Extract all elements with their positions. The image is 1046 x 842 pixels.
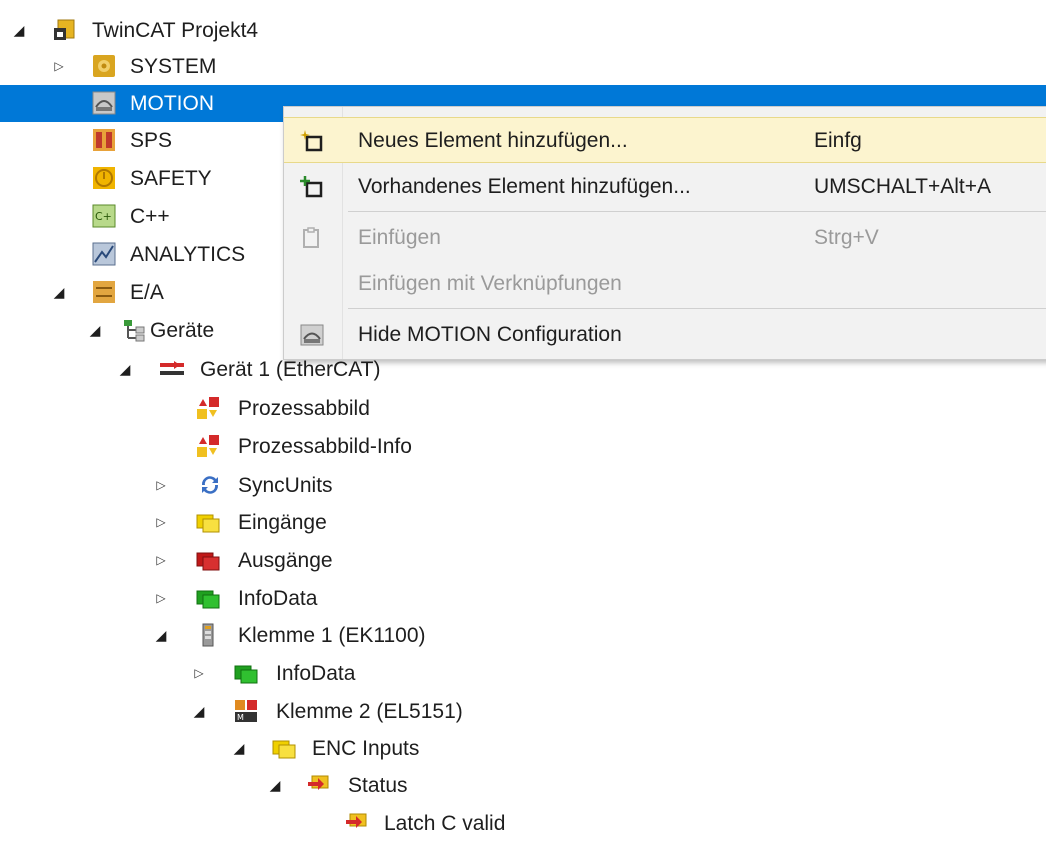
- plc-icon: [93, 129, 115, 151]
- menu-item-label: Vorhandenes Element hinzufügen...: [358, 175, 691, 198]
- menu-item-paste[interactable]: Einfügen Strg+V: [284, 215, 1046, 261]
- tree-item-label: Prozessabbild-Info: [238, 435, 412, 458]
- tree-item-klemme1[interactable]: ◢ Klemme 1 (EK1100): [0, 617, 1046, 654]
- twincat-project-icon: [54, 19, 75, 40]
- new-element-icon: [300, 130, 323, 152]
- tree-item-label: InfoData: [238, 587, 318, 610]
- process-image-icon: [197, 435, 219, 457]
- tree-item-label: SYSTEM: [130, 55, 217, 78]
- cpp-icon: C+: [92, 204, 116, 228]
- motion-icon: [300, 324, 324, 346]
- expanded-arrow-icon[interactable]: ◢: [266, 767, 284, 804]
- tree-item-enc-inputs[interactable]: ◢ ENC Inputs: [0, 730, 1046, 767]
- tree-item-klemme2[interactable]: ◢ M Klemme 2 (EL5151): [0, 693, 1046, 730]
- expanded-arrow-icon[interactable]: ◢: [10, 12, 28, 49]
- tree-item-infodata[interactable]: ▷ InfoData: [0, 580, 1046, 617]
- tree-item-label: ANALYTICS: [130, 243, 246, 266]
- tree-item-system[interactable]: ▷ SYSTEM: [0, 48, 1046, 85]
- tree-item-status[interactable]: ◢ Status: [0, 767, 1046, 804]
- process-image-icon: [197, 397, 219, 419]
- tree-item-syncunits[interactable]: ▷ SyncUnits: [0, 467, 1046, 504]
- terminal-coupler-icon: [202, 623, 214, 647]
- tree-item-label: Klemme 2 (EL5151): [276, 700, 463, 723]
- tree-item-label: SPS: [130, 129, 173, 152]
- collapsed-arrow-icon[interactable]: ▷: [152, 504, 170, 541]
- io-icon: [93, 281, 115, 303]
- collapsed-arrow-icon[interactable]: ▷: [152, 467, 170, 504]
- devices-icon: [124, 320, 145, 342]
- motion-icon: [92, 91, 116, 115]
- outputs-folder-icon: [196, 552, 220, 571]
- tree-item-label: SyncUnits: [238, 474, 333, 497]
- input-variable-icon: [308, 775, 329, 790]
- menu-item-new-element[interactable]: Neues Element hinzufügen... Einfg: [284, 117, 1046, 163]
- expanded-arrow-icon[interactable]: ◢: [116, 351, 134, 388]
- collapsed-arrow-icon[interactable]: ▷: [152, 542, 170, 579]
- menu-separator: [348, 308, 1046, 309]
- tree-item-prozessabbild-info[interactable]: Prozessabbild-Info: [0, 428, 1046, 465]
- tree-item-label: Latch C valid: [384, 812, 506, 835]
- menu-item-shortcut: Einfg: [814, 129, 862, 152]
- tree-item-label: TwinCAT Projekt4: [92, 19, 259, 42]
- tree-item-ausgaenge[interactable]: ▷ Ausgänge: [0, 542, 1046, 579]
- tree-item-label: Prozessabbild: [238, 397, 370, 420]
- tree-item-label: ENC Inputs: [312, 737, 420, 760]
- tree-item-label: E/A: [130, 281, 164, 304]
- collapsed-arrow-icon[interactable]: ▷: [190, 655, 208, 692]
- context-menu: Neues Element hinzufügen... Einfg Vorhan…: [283, 106, 1046, 360]
- svg-text:M: M: [237, 713, 244, 722]
- expanded-arrow-icon[interactable]: ◢: [50, 274, 68, 311]
- expanded-arrow-icon[interactable]: ◢: [190, 693, 208, 730]
- safety-icon: [93, 167, 115, 189]
- existing-element-icon: [300, 176, 323, 198]
- collapsed-arrow-icon[interactable]: ▷: [152, 580, 170, 617]
- expanded-arrow-icon[interactable]: ◢: [86, 312, 104, 349]
- menu-item-shortcut: UMSCHALT+Alt+A: [814, 175, 991, 198]
- menu-item-label: Einfügen: [358, 226, 441, 249]
- analytics-icon: [92, 242, 116, 266]
- inputs-folder-icon: [272, 740, 296, 759]
- infodata-folder-icon: [234, 665, 258, 684]
- expanded-arrow-icon[interactable]: ◢: [152, 617, 170, 654]
- menu-item-hide-motion-configuration[interactable]: Hide MOTION Configuration: [284, 312, 1046, 358]
- sync-icon: [201, 476, 219, 494]
- tree-item-label: C++: [130, 205, 170, 228]
- ethercat-device-icon: [160, 361, 184, 375]
- tree-item-infodata-2[interactable]: ▷ InfoData: [0, 655, 1046, 692]
- expanded-arrow-icon[interactable]: ◢: [230, 730, 248, 767]
- menu-item-label: Einfügen mit Verknüpfungen: [358, 272, 622, 295]
- collapsed-arrow-icon[interactable]: ▷: [50, 48, 68, 85]
- input-variable-icon: [346, 813, 367, 828]
- inputs-folder-icon: [196, 514, 220, 533]
- paste-icon: [303, 227, 319, 248]
- tree-item-latch-c-valid[interactable]: Latch C valid: [0, 805, 1046, 842]
- svg-text:C+: C+: [95, 210, 112, 223]
- tree-item-label: InfoData: [276, 662, 356, 685]
- terminal-icon: M: [235, 700, 257, 722]
- tree-item-label: Status: [348, 774, 408, 797]
- tree-item-eingaenge[interactable]: ▷ Eingänge: [0, 504, 1046, 541]
- menu-item-shortcut: Strg+V: [814, 226, 879, 249]
- tree-item-label: MOTION: [130, 92, 214, 115]
- menu-item-label: Neues Element hinzufügen...: [358, 129, 628, 152]
- tree-item-label: Eingänge: [238, 511, 327, 534]
- system-icon: [93, 55, 115, 77]
- menu-item-existing-element[interactable]: Vorhandenes Element hinzufügen... UMSCHA…: [284, 164, 1046, 210]
- menu-item-paste-with-links[interactable]: Einfügen mit Verknüpfungen: [284, 261, 1046, 307]
- tree-item-label: Geräte: [150, 319, 215, 342]
- infodata-folder-icon: [196, 590, 220, 609]
- tree-item-label: SAFETY: [130, 167, 212, 190]
- menu-separator: [348, 211, 1046, 212]
- tree-item-root[interactable]: ◢ TwinCAT Projekt4: [0, 12, 1046, 49]
- tree-item-label: Ausgänge: [238, 549, 333, 572]
- menu-item-label: Hide MOTION Configuration: [358, 323, 622, 346]
- tree-item-prozessabbild[interactable]: Prozessabbild: [0, 390, 1046, 427]
- tree-item-label: Klemme 1 (EK1100): [238, 624, 426, 647]
